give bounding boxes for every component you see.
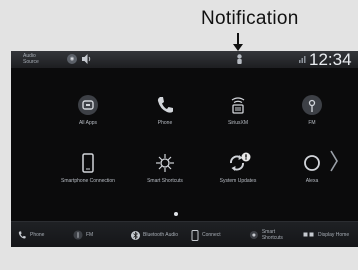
bottom-item-label: Phone [30,232,45,238]
app-tile-smart-shortcuts[interactable]: Smart Shortcuts [130,152,200,184]
signal-icon [299,56,306,63]
app-label: Alexa [305,178,319,184]
bottom-shortcut-bar: Phone FM Bluetooth Audio Connect Smart S… [11,221,358,247]
notification-callout-label: Notification [201,8,299,29]
bottom-item-fm[interactable]: FM [73,222,93,247]
bluetooth-icon [131,230,140,240]
audio-source-button[interactable]: Audio Source [23,53,49,65]
bottom-item-label: Connect [202,232,221,238]
callout-arrow-icon [233,44,243,51]
next-page-chevron-icon[interactable] [329,149,339,173]
phone-icon [18,231,26,239]
app-grid: All Apps Phone SiriusXM FM Smartphone Co… [11,68,358,220]
home-circle-icon[interactable]: ◉ [67,54,77,64]
app-label: Phone [157,120,173,126]
fm-radio-icon [73,230,83,240]
app-label: FM [308,120,316,126]
bottom-item-connect[interactable]: Connect [191,222,221,247]
page-indicator-dot [174,212,178,216]
connect-icon [191,229,199,241]
update-icon [230,152,251,171]
grid-icon [78,95,98,115]
smartphone-icon [82,153,94,173]
clock: 12:34 [309,51,352,69]
bottom-item-bluetooth-audio[interactable]: Bluetooth Audio [131,222,185,247]
smart-shortcuts-icon [156,154,174,172]
infotainment-screen: Audio Source ◉ 12:34 All Apps Phone Siri… [11,51,358,247]
bottom-item-label: Display Home [318,232,350,238]
bottom-item-display-home[interactable]: Display Home [303,222,355,247]
smart-shortcuts-icon [249,230,258,240]
app-tile-siriusxm[interactable]: SiriusXM [203,94,273,126]
app-tile-fm[interactable]: FM [277,94,347,126]
display-home-icon [303,232,314,237]
app-label: Smartphone Connection [61,178,115,184]
notification-icon[interactable] [235,53,244,65]
bottom-item-label: FM [86,232,94,238]
app-tile-all-apps[interactable]: All Apps [53,94,123,126]
app-label: Smart Shortcuts [147,178,183,184]
status-bar: Audio Source ◉ 12:34 [11,51,358,69]
bottom-item-phone[interactable]: Phone [17,222,44,247]
bottom-item-smart-shortcuts[interactable]: Smart Shortcuts [249,222,297,247]
app-label: All Apps [78,120,98,126]
app-tile-system-updates[interactable]: System Updates [203,152,273,184]
app-label: System Updates [219,178,257,184]
app-tile-phone[interactable]: Phone [130,94,200,126]
app-tile-smartphone-connection[interactable]: Smartphone Connection [53,152,123,184]
bottom-item-label: Bluetooth Audio [143,232,179,238]
phone-icon [157,97,173,113]
satellite-radio-icon [231,97,245,114]
app-label: SiriusXM [227,120,248,126]
speaker-icon[interactable] [81,53,91,65]
alexa-icon [304,155,320,171]
fm-radio-icon [302,95,322,115]
bottom-item-label: Smart Shortcuts [261,229,283,241]
